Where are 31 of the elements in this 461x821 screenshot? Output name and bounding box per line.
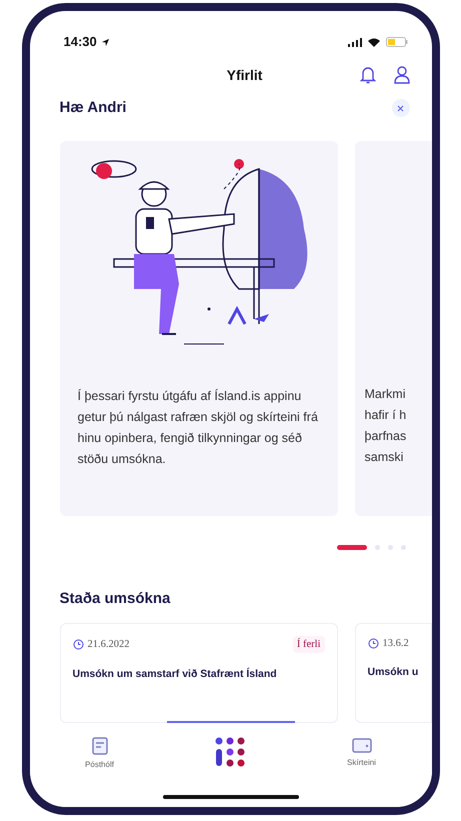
close-button[interactable]	[392, 99, 410, 117]
document-icon	[92, 737, 108, 755]
application-card[interactable]: 13.6.2 Umsókn u	[354, 622, 432, 722]
application-date: 21.6.2022	[88, 638, 130, 652]
application-title: Umsókn um samstarf við Stafrænt Ísland	[72, 667, 278, 682]
status-time: 14:30	[64, 33, 97, 52]
signal-icon	[348, 38, 362, 46]
battery-icon	[386, 37, 408, 47]
wifi-icon	[368, 38, 380, 46]
application-date: 13.6.2	[382, 636, 409, 650]
status-badge: Í ferli	[292, 636, 324, 654]
section-heading: Staða umsókna	[58, 589, 172, 609]
user-icon[interactable]	[394, 66, 410, 84]
onboarding-text: hafir í h	[364, 407, 408, 424]
onboarding-text: þarfnas	[364, 428, 408, 445]
clock-icon	[72, 638, 84, 650]
onboarding-text: Markmi	[364, 386, 406, 403]
home-tab[interactable]	[166, 721, 294, 767]
tab-item[interactable]: Skírteini	[332, 737, 392, 769]
clock-icon	[368, 638, 378, 649]
application-title: Umsókn u	[368, 665, 418, 680]
greeting-heading: Hæ Andri	[60, 98, 126, 118]
tab-item[interactable]: Pósthólf	[70, 737, 130, 771]
close-icon	[397, 104, 404, 112]
screen-title: Yfirlit	[226, 66, 262, 84]
dotted-logo-icon	[214, 737, 246, 767]
onboarding-text: samski	[364, 449, 404, 466]
wallet-icon	[352, 737, 372, 753]
bell-icon[interactable]	[360, 66, 376, 84]
onboarding-text: Í þessari fyrstu útgáfu af Ísland.is appinu getur þú nálgast rafræn skjöl og skírteini frá hinu opinbera, fengið tilkynningar og séð stöðu umsókna.	[78, 388, 319, 468]
location-arrow-icon	[100, 38, 110, 46]
